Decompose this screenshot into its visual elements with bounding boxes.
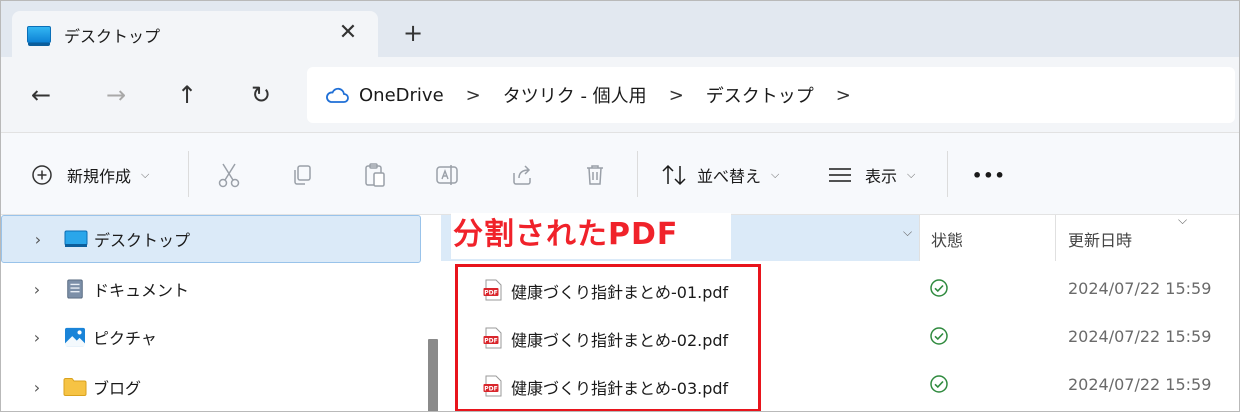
breadcrumb-desktop[interactable]: デスクトップ xyxy=(706,82,814,108)
chevron-down-icon[interactable]: ⌵ xyxy=(1178,213,1187,228)
breadcrumb-separator[interactable]: > xyxy=(466,85,481,106)
sidebar-item-label: デスクトップ xyxy=(94,231,191,250)
refresh-button[interactable]: ↻ xyxy=(243,77,279,113)
close-tab-button[interactable]: ✕ xyxy=(334,19,362,47)
new-button[interactable]: 新規作成 ⌵ xyxy=(31,159,149,191)
sidebar-item-documents[interactable]: › ドキュメント xyxy=(1,265,421,313)
up-button[interactable]: ↑ xyxy=(169,77,205,113)
sort-icon xyxy=(662,164,686,186)
highlight-box xyxy=(455,264,761,411)
new-label: 新規作成 xyxy=(67,167,132,186)
pictures-icon xyxy=(65,327,85,347)
sort-label: 並べ替え xyxy=(697,167,762,186)
divider xyxy=(188,151,189,197)
share-icon[interactable] xyxy=(506,159,538,191)
view-label: 表示 xyxy=(865,167,898,186)
synced-check-icon xyxy=(930,279,948,297)
breadcrumb-separator[interactable]: > xyxy=(836,85,851,106)
breadcrumb-personal[interactable]: タツリク - 個人用 xyxy=(503,82,647,108)
divider xyxy=(947,151,948,197)
view-list-icon xyxy=(829,168,851,182)
sort-button[interactable]: 並べ替え ⌵ xyxy=(661,159,779,191)
explorer-window: デスクトップ ✕ + ← → ↑ ↻ OneDrive > タツリク - 個人用… xyxy=(0,0,1240,412)
desktop-icon xyxy=(64,230,88,247)
sidebar-item-label: ピクチャ xyxy=(93,329,157,348)
column-divider[interactable] xyxy=(1055,215,1056,261)
paste-icon[interactable] xyxy=(359,159,391,191)
chevron-down-icon: ⌵ xyxy=(141,168,150,181)
breadcrumb-separator[interactable]: > xyxy=(669,85,684,106)
navigation-bar: ← → ↑ ↻ OneDrive > タツリク - 個人用 > デスクトップ > xyxy=(1,57,1239,133)
chevron-down-icon: ⌵ xyxy=(907,168,916,181)
column-divider[interactable] xyxy=(919,215,920,261)
chevron-right-icon[interactable]: › xyxy=(29,280,45,299)
tab-desktop[interactable]: デスクトップ ✕ xyxy=(12,11,378,57)
command-bar: 新規作成 ⌵ 並べ替え ⌵ 表示 ⌵ ••• xyxy=(1,133,1239,215)
breadcrumb-onedrive[interactable]: OneDrive xyxy=(359,85,444,106)
modified-date: 2024/07/22 15:59 xyxy=(1068,375,1212,394)
modified-date: 2024/07/22 15:59 xyxy=(1068,327,1212,346)
chevron-right-icon[interactable]: › xyxy=(30,230,46,249)
file-list: ⌵ 状態 更新日時 ⌵ 分割されたPDF PDF 健康づくり指針まとめ-01.p… xyxy=(441,213,1239,411)
cloud-icon xyxy=(326,87,349,103)
synced-check-icon xyxy=(930,375,948,393)
chevron-down-icon[interactable]: ⌵ xyxy=(903,225,912,240)
documents-icon xyxy=(67,279,83,299)
sidebar-item-label: ブログ xyxy=(93,379,142,398)
plus-circle-icon xyxy=(32,165,52,185)
rename-icon[interactable] xyxy=(432,159,464,191)
forward-button[interactable]: → xyxy=(98,77,134,113)
column-header-status[interactable]: 状態 xyxy=(931,227,963,251)
new-tab-button[interactable]: + xyxy=(399,19,427,47)
synced-check-icon xyxy=(930,327,948,345)
desktop-icon xyxy=(27,26,51,46)
modified-date: 2024/07/22 15:59 xyxy=(1068,279,1212,298)
folder-icon xyxy=(63,378,87,396)
more-options-button[interactable]: ••• xyxy=(972,159,1006,191)
cut-icon[interactable] xyxy=(213,159,245,191)
chevron-right-icon[interactable]: › xyxy=(29,328,45,347)
delete-icon[interactable] xyxy=(579,159,611,191)
sidebar-item-blog[interactable]: › ブログ xyxy=(1,363,421,411)
sidebar-item-desktop[interactable]: › デスクトップ xyxy=(1,215,421,263)
divider xyxy=(637,151,638,197)
annotation-label: 分割されたPDF xyxy=(451,213,731,259)
column-header-modified[interactable]: 更新日時 xyxy=(1068,227,1132,251)
view-button[interactable]: 表示 ⌵ xyxy=(827,159,915,191)
tab-title: デスクトップ xyxy=(64,27,161,46)
chevron-right-icon[interactable]: › xyxy=(29,378,45,397)
navigation-pane: › デスクトップ › ドキュメント › ピクチャ › ブログ xyxy=(1,215,441,411)
scrollbar-thumb[interactable] xyxy=(428,339,438,411)
back-button[interactable]: ← xyxy=(23,77,59,113)
sidebar-item-pictures[interactable]: › ピクチャ xyxy=(1,313,421,361)
copy-icon[interactable] xyxy=(286,159,318,191)
chevron-down-icon: ⌵ xyxy=(771,168,780,181)
address-bar[interactable]: OneDrive > タツリク - 個人用 > デスクトップ > xyxy=(307,67,1235,123)
tab-strip: デスクトップ ✕ + xyxy=(1,1,1239,57)
sidebar-item-label: ドキュメント xyxy=(93,281,190,300)
